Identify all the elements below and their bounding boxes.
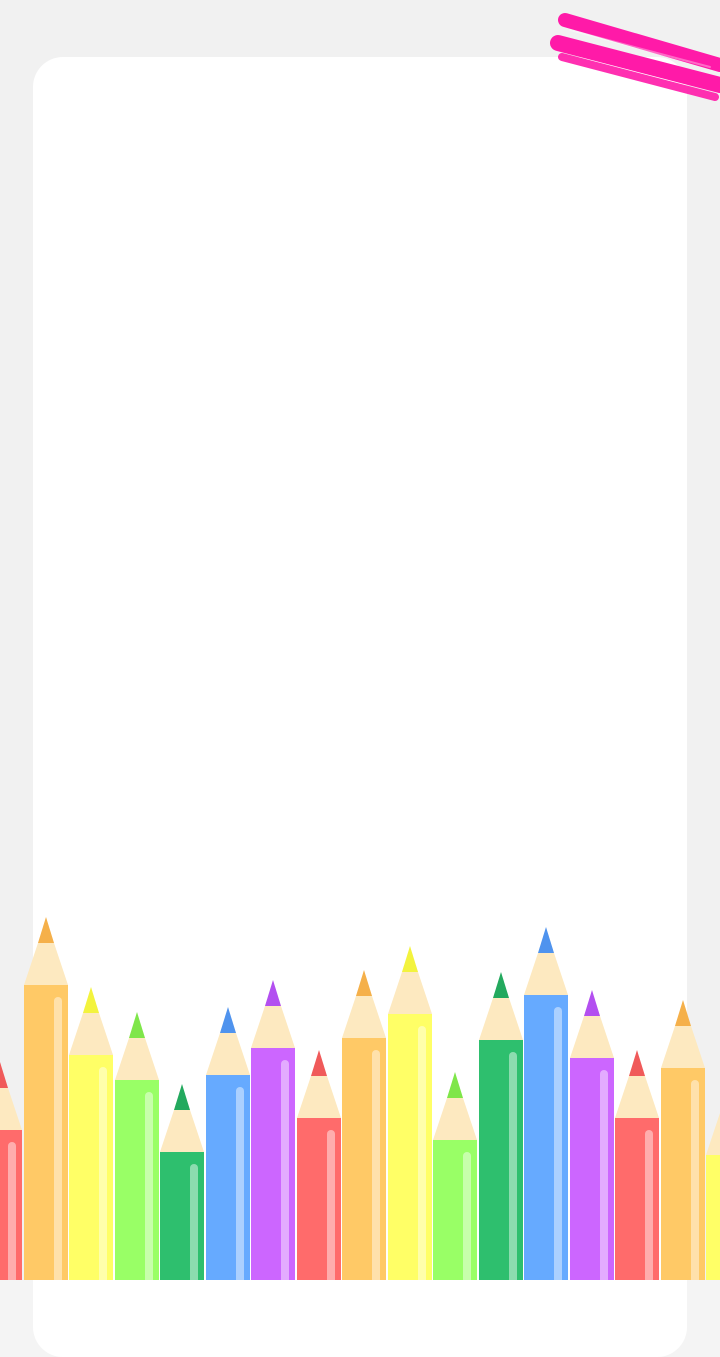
colored-pencil-icon [478,972,523,1280]
colored-pencil-icon [433,1072,477,1280]
colored-pencil-icon [160,1084,204,1280]
colored-pencil-icon [660,1000,705,1280]
colored-pencil-icon [0,1062,22,1280]
colored-pencil-icon [205,1007,250,1280]
colored-pencil-icon [23,917,68,1280]
colored-pencil-icon [706,1087,720,1280]
colored-pencil-icon [387,946,432,1280]
colored-pencil-icon [569,990,614,1280]
colored-pencil-icon [524,927,568,1280]
colored-pencil-icon [615,1050,659,1280]
colored-pencil-icon [114,1012,159,1280]
colored-pencil-icon [296,1050,341,1280]
colored-pencil-icon [69,987,113,1280]
colored-pencil-icon [342,970,386,1280]
colored-pencil-icon [251,980,295,1280]
pink-marker-scribble-icon [550,13,720,101]
colored-pencils-border [0,900,720,1280]
